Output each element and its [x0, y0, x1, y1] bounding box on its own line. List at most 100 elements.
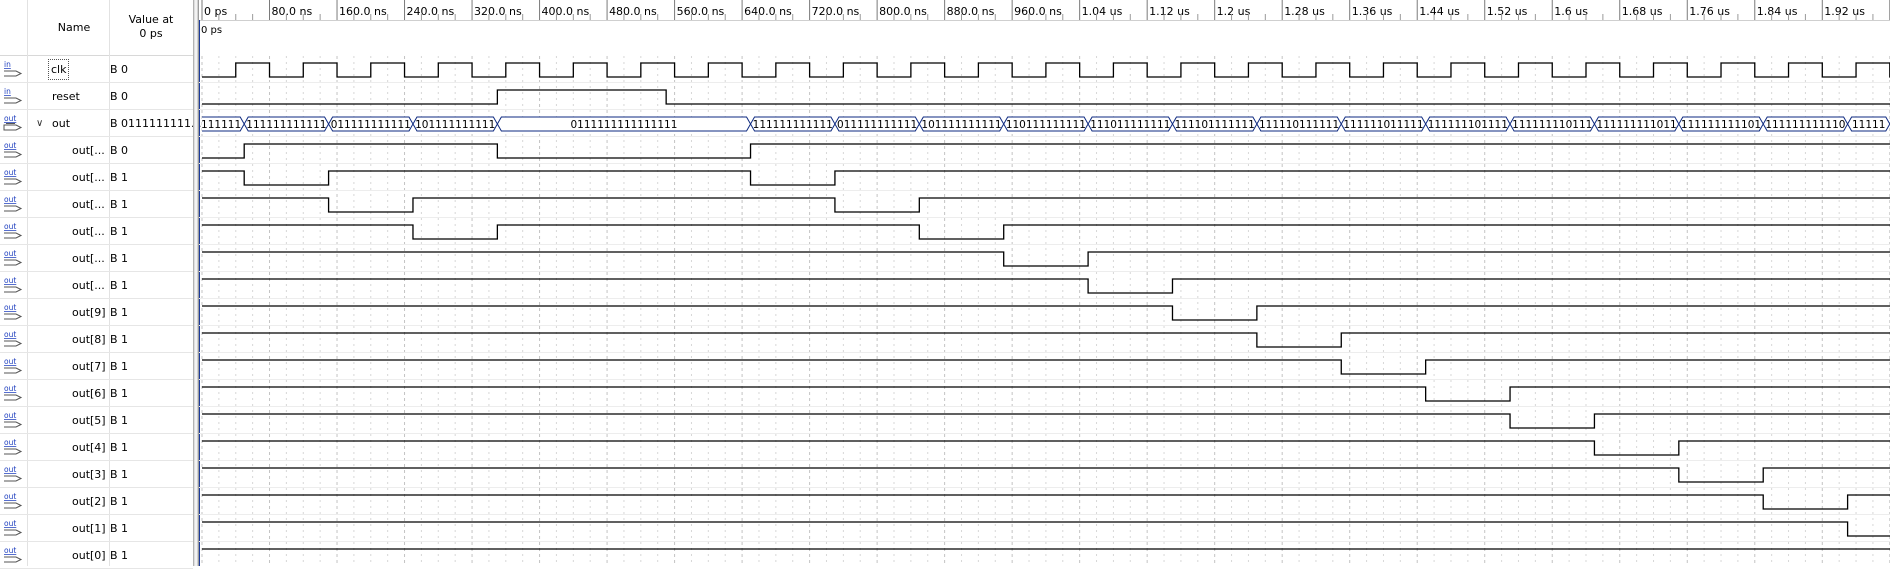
svg-text:out: out — [4, 276, 16, 285]
signal-name: reset — [52, 90, 80, 103]
ruler-tick-label: 400.0 ns — [542, 5, 590, 18]
signal-row[interactable]: out out[1] B 1 — [0, 515, 193, 542]
signal-value: B 1 — [110, 252, 129, 265]
signal-value: B 1 — [110, 333, 129, 346]
output-pin-icon: out — [3, 410, 25, 430]
signal-row[interactable]: in reset B 0 — [0, 83, 193, 110]
value-column-header[interactable]: Value at 0 ps — [112, 0, 190, 54]
svg-text:out: out — [4, 303, 16, 312]
svg-text:out: out — [4, 357, 16, 366]
input-pin-icon: in — [3, 86, 25, 106]
input-pin-icon: in — [3, 59, 25, 79]
signal-value: B 1 — [110, 198, 129, 211]
signal-name: out[5] — [72, 414, 106, 427]
ruler-tick-label: 1.84 us — [1757, 5, 1798, 18]
signal-row[interactable]: out out[... B 1 — [0, 218, 193, 245]
signal-name: out[... — [72, 252, 105, 265]
svg-text:out: out — [4, 492, 16, 501]
signal-value: B 1 — [110, 468, 129, 481]
signal-row[interactable]: out out[9] B 1 — [0, 299, 193, 326]
signal-row[interactable]: out out[3] B 1 — [0, 461, 193, 488]
signal-name: clk — [47, 59, 70, 80]
signal-name: out[9] — [72, 306, 106, 319]
signal-name: out[... — [72, 198, 105, 211]
ruler-tick-label: 560.0 ns — [677, 5, 725, 18]
bus-segment-value: 111111011111 — [1343, 119, 1423, 131]
chevron-down-icon[interactable]: ∨ — [36, 110, 43, 137]
ruler-tick-label: 480.0 ns — [609, 5, 657, 18]
signal-name: out[8] — [72, 333, 106, 346]
signal-name: out — [52, 117, 71, 130]
bus-segment-value: 111111101111 — [1428, 119, 1508, 131]
svg-text:out: out — [4, 519, 16, 528]
signal-row[interactable]: out out[5] B 1 — [0, 407, 193, 434]
output-pin-icon: out — [3, 221, 25, 241]
ruler-tick-label: 1.04 us — [1082, 5, 1123, 18]
svg-text:in: in — [4, 87, 11, 96]
signal-row[interactable]: out out[... B 1 — [0, 245, 193, 272]
bus-segment-value: 111111110111 — [1512, 119, 1592, 131]
svg-text:out: out — [4, 384, 16, 393]
ruler-tick-label: 1.36 us — [1352, 5, 1393, 18]
output-bus-icon: out — [3, 113, 25, 133]
output-pin-icon: out — [3, 140, 25, 160]
signal-name: out[6] — [72, 387, 106, 400]
signal-row[interactable]: out out[4] B 1 — [0, 434, 193, 461]
signal-row[interactable]: out out[... B 1 — [0, 191, 193, 218]
ruler-tick-label: 1.6 us — [1554, 5, 1588, 18]
signal-name: out[7] — [72, 360, 106, 373]
signal-row[interactable]: out out[7] B 1 — [0, 353, 193, 380]
ruler-tick-label: 0 ps — [204, 5, 227, 18]
signal-value: B 0 — [110, 63, 129, 76]
signal-row[interactable]: in clk B 0 — [0, 56, 193, 83]
signal-row[interactable]: out out[... B 1 — [0, 272, 193, 299]
signal-name: out[... — [72, 279, 105, 292]
bus-segment-value: 111101111111 — [1175, 119, 1255, 131]
signal-row[interactable]: out out[... B 1 — [0, 164, 193, 191]
signal-name: out[... — [72, 171, 105, 184]
output-pin-icon: out — [3, 194, 25, 214]
signal-name: out[0] — [72, 549, 106, 562]
bus-segment-value: 111011111111 — [1090, 119, 1170, 131]
bus-segment-value: 111111111111 — [246, 119, 326, 131]
signal-row[interactable]: out out[... B 0 — [0, 137, 193, 164]
signal-value: B 0111111111... — [110, 117, 202, 130]
signal-value: B 0 — [110, 144, 129, 157]
ruler-tick-label: 1.52 us — [1487, 5, 1528, 18]
output-pin-icon: out — [3, 518, 25, 538]
ruler-tick-label: 240.0 ns — [407, 5, 455, 18]
output-pin-icon: out — [3, 356, 25, 376]
signal-row[interactable]: out out[0] B 1 — [0, 542, 193, 569]
name-column-header[interactable]: Name — [40, 0, 108, 54]
ruler-tick-label: 1.28 us — [1284, 5, 1325, 18]
signal-list-panel: Name Value at 0 ps in clk B 0 in reset B 0 out… — [0, 0, 202, 569]
signal-row[interactable]: out out[8] B 1 — [0, 326, 193, 353]
output-pin-icon: out — [3, 275, 25, 295]
bus-segment-value: 111110111111 — [1259, 119, 1339, 131]
bus-segment-value: 111111111101 — [1681, 119, 1761, 131]
signal-row[interactable]: out ∨ out B 0111111111... — [0, 110, 202, 137]
value-column-header-text: Value at 0 ps — [128, 13, 174, 40]
bus-segment-value: 0111111111111111 — [571, 119, 678, 131]
cursor-time-label: 0 ps — [201, 25, 223, 36]
output-pin-icon: out — [3, 248, 25, 268]
svg-text:out: out — [4, 222, 16, 231]
output-pin-icon: out — [3, 383, 25, 403]
ruler-tick-label: 1.92 us — [1824, 5, 1865, 18]
output-pin-icon: out — [3, 167, 25, 187]
signal-value: B 1 — [110, 549, 129, 562]
bus-segment-value: 111111111011 — [1597, 119, 1677, 131]
signal-row[interactable]: out out[2] B 1 — [0, 488, 193, 515]
signal-name: out[... — [72, 144, 105, 157]
bus-segment-value: 101111111111 — [921, 119, 1001, 131]
waveform-canvas[interactable]: 0 ps 80.0 ns 160.0 ns 240.0 ns 320.0 ns 400.0… — [199, 0, 1890, 566]
ruler-tick-label: 1.68 us — [1622, 5, 1663, 18]
signal-value: B 1 — [110, 387, 129, 400]
output-pin-icon: out — [3, 545, 25, 565]
waveform-panel[interactable]: 0 ps 80.0 ns 160.0 ns 240.0 ns 320.0 ns 400.0… — [199, 0, 1890, 566]
signal-value: B 1 — [110, 279, 129, 292]
output-pin-icon: out — [3, 464, 25, 484]
signal-name: out[4] — [72, 441, 106, 454]
signal-row[interactable]: out out[6] B 1 — [0, 380, 193, 407]
svg-text:out: out — [4, 249, 16, 258]
